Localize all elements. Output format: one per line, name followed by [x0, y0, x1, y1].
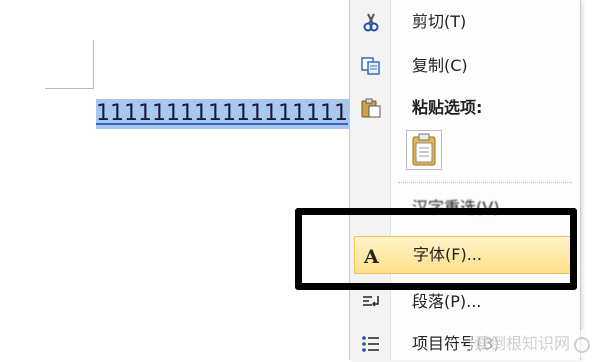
menu-separator [398, 182, 572, 183]
paste-keep-formatting-button[interactable] [406, 130, 442, 170]
scissors-icon [360, 12, 382, 32]
bullets-icon [360, 334, 382, 354]
paste-options-label: 粘贴选项: [412, 98, 483, 117]
margin-corner-vertical [93, 40, 94, 88]
menu-item-cut[interactable]: 剪切(T) [350, 4, 580, 40]
margin-corner-horizontal [45, 88, 94, 89]
watermark-text: 爱倒根知识网 [474, 334, 571, 353]
copy-icon [360, 56, 382, 76]
clipboard-paste-icon [360, 98, 382, 118]
watermark: 爱倒根知识网 [470, 330, 595, 358]
cut-label: 剪切(T) [412, 12, 467, 31]
selected-text[interactable]: 111111111111111111 [96, 99, 352, 129]
highlight-frame [295, 208, 577, 290]
paragraph-icon [360, 292, 382, 312]
watermark-logo-icon [574, 336, 591, 353]
context-menu: 剪切(T) 复制(C) 粘贴选项: 汉字重选(V) A 字体(F)... 段落(… [349, 0, 581, 360]
clipboard-page-icon [407, 133, 441, 173]
paste-options-header: 粘贴选项: [350, 90, 580, 126]
copy-label: 复制(C) [412, 56, 468, 75]
menu-item-copy[interactable]: 复制(C) [350, 48, 580, 84]
